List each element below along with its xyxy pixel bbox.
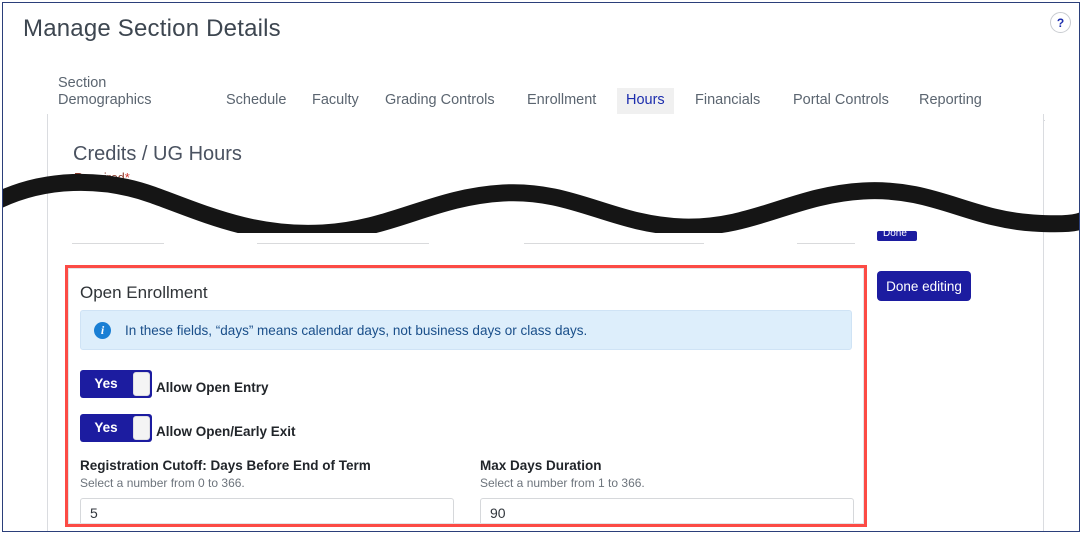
done-editing-button[interactable]: Done editing — [877, 271, 971, 301]
cut-off-done-button-label: Done — [883, 231, 907, 239]
input-max-days-duration[interactable] — [480, 498, 854, 524]
toggle-field-label: Allow Open/Early Exit — [156, 414, 296, 442]
open-enrollment-panel: Open Enrollment i In these fields, “days… — [68, 268, 864, 524]
cut-off-field-line — [72, 243, 164, 244]
cut-off-field-line — [797, 243, 855, 244]
toggle-knob[interactable] — [133, 372, 150, 396]
cut-off-field-line — [524, 243, 704, 244]
required-indicator: Required* — [74, 170, 130, 185]
toggle-state-label: Yes — [80, 370, 132, 398]
input-registration-cutoff-days-before-end-of-term[interactable] — [80, 498, 454, 524]
toggle-switch-allow-open-early-exit[interactable]: Yes — [80, 414, 152, 442]
info-banner: i In these fields, “days” means calendar… — [80, 310, 852, 350]
required-label: Required — [74, 171, 125, 185]
info-circle-icon: i — [94, 322, 111, 339]
field-help-text: Select a number from 1 to 366. — [480, 476, 856, 490]
tab-strip: Section DemographicsScheduleFacultyGradi… — [49, 67, 1045, 121]
field-group-registration-cutoff-days-before-end-of-term: Registration Cutoff: Days Before End of … — [80, 458, 456, 524]
page-title: Manage Section Details — [23, 15, 281, 43]
toggle-state-label: Yes — [80, 414, 132, 442]
toggle-knob[interactable] — [133, 416, 150, 440]
toggle-field-label: Allow Open Entry — [156, 370, 269, 398]
credits-ug-hours-heading: Credits / UG Hours — [73, 143, 242, 166]
open-enrollment-title: Open Enrollment — [80, 283, 208, 303]
info-banner-text: In these fields, “days” means calendar d… — [125, 322, 587, 340]
tab-section-demographics[interactable]: Section Demographics — [49, 71, 153, 120]
field-help-text: Select a number from 0 to 366. — [80, 476, 456, 490]
field-group-max-days-duration: Max Days Duration Select a number from 1 … — [480, 458, 856, 524]
application-window: Manage Section Details ? Section Demogra… — [2, 2, 1080, 532]
open-enrollment-highlight: Open Enrollment i In these fields, “days… — [65, 265, 867, 527]
cut-off-field-line — [257, 243, 429, 244]
field-label: Registration Cutoff: Days Before End of … — [80, 458, 456, 473]
field-label: Max Days Duration — [480, 458, 856, 473]
cut-off-done-button[interactable]: Done — [877, 231, 917, 241]
help-icon[interactable]: ? — [1050, 12, 1071, 33]
required-asterisk: * — [125, 170, 130, 185]
toggle-switch-allow-open-entry[interactable]: Yes — [80, 370, 152, 398]
